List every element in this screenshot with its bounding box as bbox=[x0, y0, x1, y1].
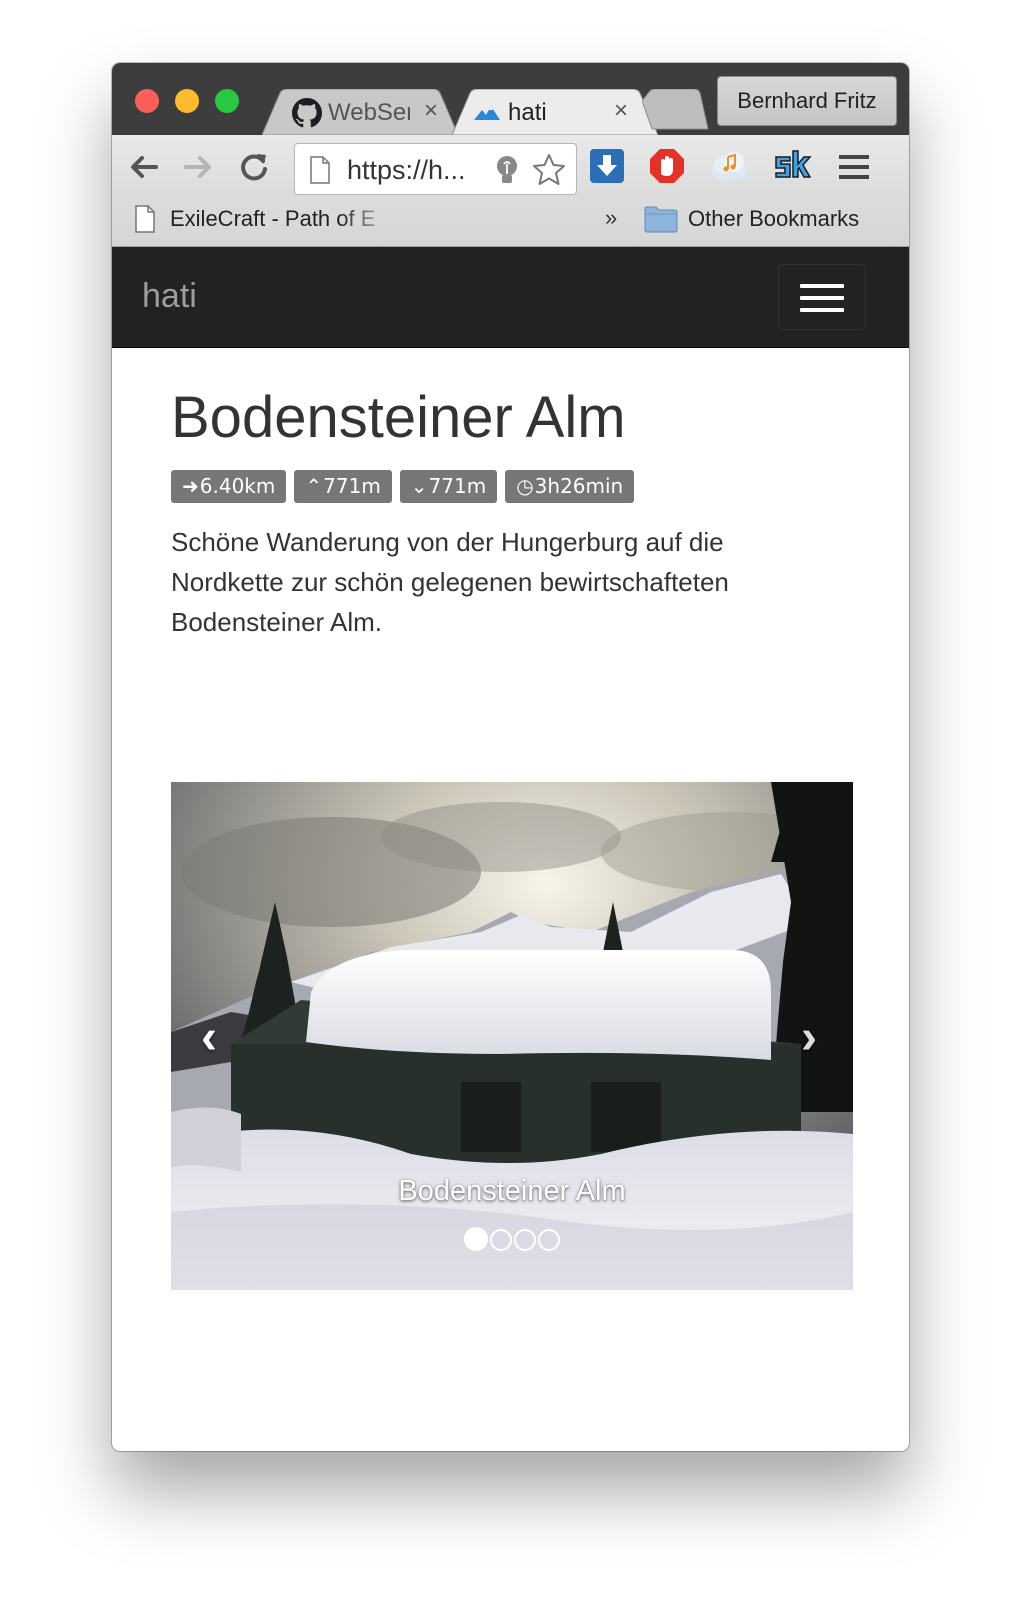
duration-badge: ◷3h26min bbox=[505, 470, 635, 503]
sk-extension-icon[interactable] bbox=[772, 147, 812, 185]
carousel-photo bbox=[171, 782, 853, 1290]
address-bar[interactable]: https://h... bbox=[294, 143, 577, 195]
new-tab-button[interactable] bbox=[642, 89, 710, 135]
tab-title: WebSer bbox=[328, 99, 410, 126]
chevron-up-icon: ⌃ bbox=[305, 474, 323, 498]
close-icon[interactable]: × bbox=[614, 97, 628, 125]
carousel-next-chevron-icon[interactable]: › bbox=[801, 1010, 817, 1065]
menu-icon[interactable] bbox=[836, 149, 872, 185]
tour-description: Schöne Wanderung von der Hungerburg auf … bbox=[171, 527, 729, 637]
lightbulb-icon[interactable] bbox=[493, 154, 521, 186]
navbar-toggle-button[interactable] bbox=[778, 264, 866, 330]
reload-icon[interactable] bbox=[236, 149, 272, 185]
carousel-indicator[interactable] bbox=[514, 1229, 536, 1251]
tab-hati[interactable]: hati × bbox=[452, 89, 667, 135]
photo-carousel: ‹ › Bodensteiner Alm bbox=[171, 782, 853, 1290]
mountain-icon bbox=[474, 106, 500, 120]
profile-button[interactable]: Bernhard Fritz bbox=[717, 76, 897, 126]
forward-arrow-icon[interactable] bbox=[180, 149, 216, 185]
bookmarks-bar: ExileCraft - Path of E » Other Bookmarks bbox=[112, 195, 909, 247]
other-bookmarks[interactable]: Other Bookmarks bbox=[688, 206, 859, 232]
navbar-brand[interactable]: hati bbox=[142, 277, 197, 316]
tab-strip: WebSer × hati × Bernhard Fritz bbox=[112, 63, 909, 135]
page-icon bbox=[310, 156, 330, 184]
carousel-indicators bbox=[171, 1227, 853, 1251]
stats-badges: ➜6.40km ⌃771m ⌄771m ◷3h26min bbox=[171, 470, 642, 504]
tab-webserver[interactable]: WebSer × bbox=[262, 89, 467, 135]
bookmarks-overflow-chevron-icon[interactable]: » bbox=[605, 205, 617, 231]
close-icon[interactable]: × bbox=[424, 97, 438, 125]
page-title: Bodensteiner Alm bbox=[171, 385, 626, 450]
address-url: https://h... bbox=[347, 155, 466, 185]
distance-badge: ➜6.40km bbox=[171, 470, 287, 503]
cloud-music-icon[interactable] bbox=[708, 145, 750, 187]
carousel-indicator[interactable] bbox=[490, 1229, 512, 1251]
browser-toolbar: https://h... bbox=[112, 135, 909, 195]
chevron-down-icon: ⌄ bbox=[410, 474, 428, 498]
folder-icon bbox=[644, 206, 678, 233]
close-window-button[interactable] bbox=[135, 89, 159, 113]
back-arrow-icon[interactable] bbox=[126, 149, 162, 185]
clock-icon: ◷ bbox=[516, 474, 534, 498]
minimize-window-button[interactable] bbox=[175, 89, 199, 113]
site-navbar: hati bbox=[112, 247, 909, 348]
carousel-caption: Bodensteiner Alm bbox=[398, 1175, 626, 1207]
arrow-right-icon: ➜ bbox=[182, 474, 199, 498]
bookmark-exilecraft[interactable]: ExileCraft - Path of E bbox=[170, 206, 395, 232]
ascent-badge: ⌃771m bbox=[294, 470, 392, 503]
carousel-prev-chevron-icon[interactable]: ‹ bbox=[201, 1010, 217, 1065]
zoom-window-button[interactable] bbox=[215, 89, 239, 113]
adblock-icon[interactable] bbox=[648, 147, 686, 185]
hamburger-icon bbox=[800, 308, 844, 312]
hamburger-icon bbox=[800, 296, 844, 300]
carousel-indicator[interactable] bbox=[538, 1229, 560, 1251]
download-extension-icon[interactable] bbox=[588, 147, 626, 185]
bookmark-star-icon[interactable] bbox=[531, 152, 567, 188]
hamburger-icon bbox=[800, 284, 844, 288]
carousel-indicator[interactable] bbox=[464, 1227, 488, 1251]
descent-badge: ⌄771m bbox=[399, 470, 498, 503]
github-icon bbox=[292, 98, 322, 128]
bookmark-page-icon bbox=[135, 205, 155, 233]
tab-title: hati bbox=[508, 99, 547, 126]
browser-window: WebSer × hati × Bernhard Fritz https://h… bbox=[112, 63, 909, 1451]
